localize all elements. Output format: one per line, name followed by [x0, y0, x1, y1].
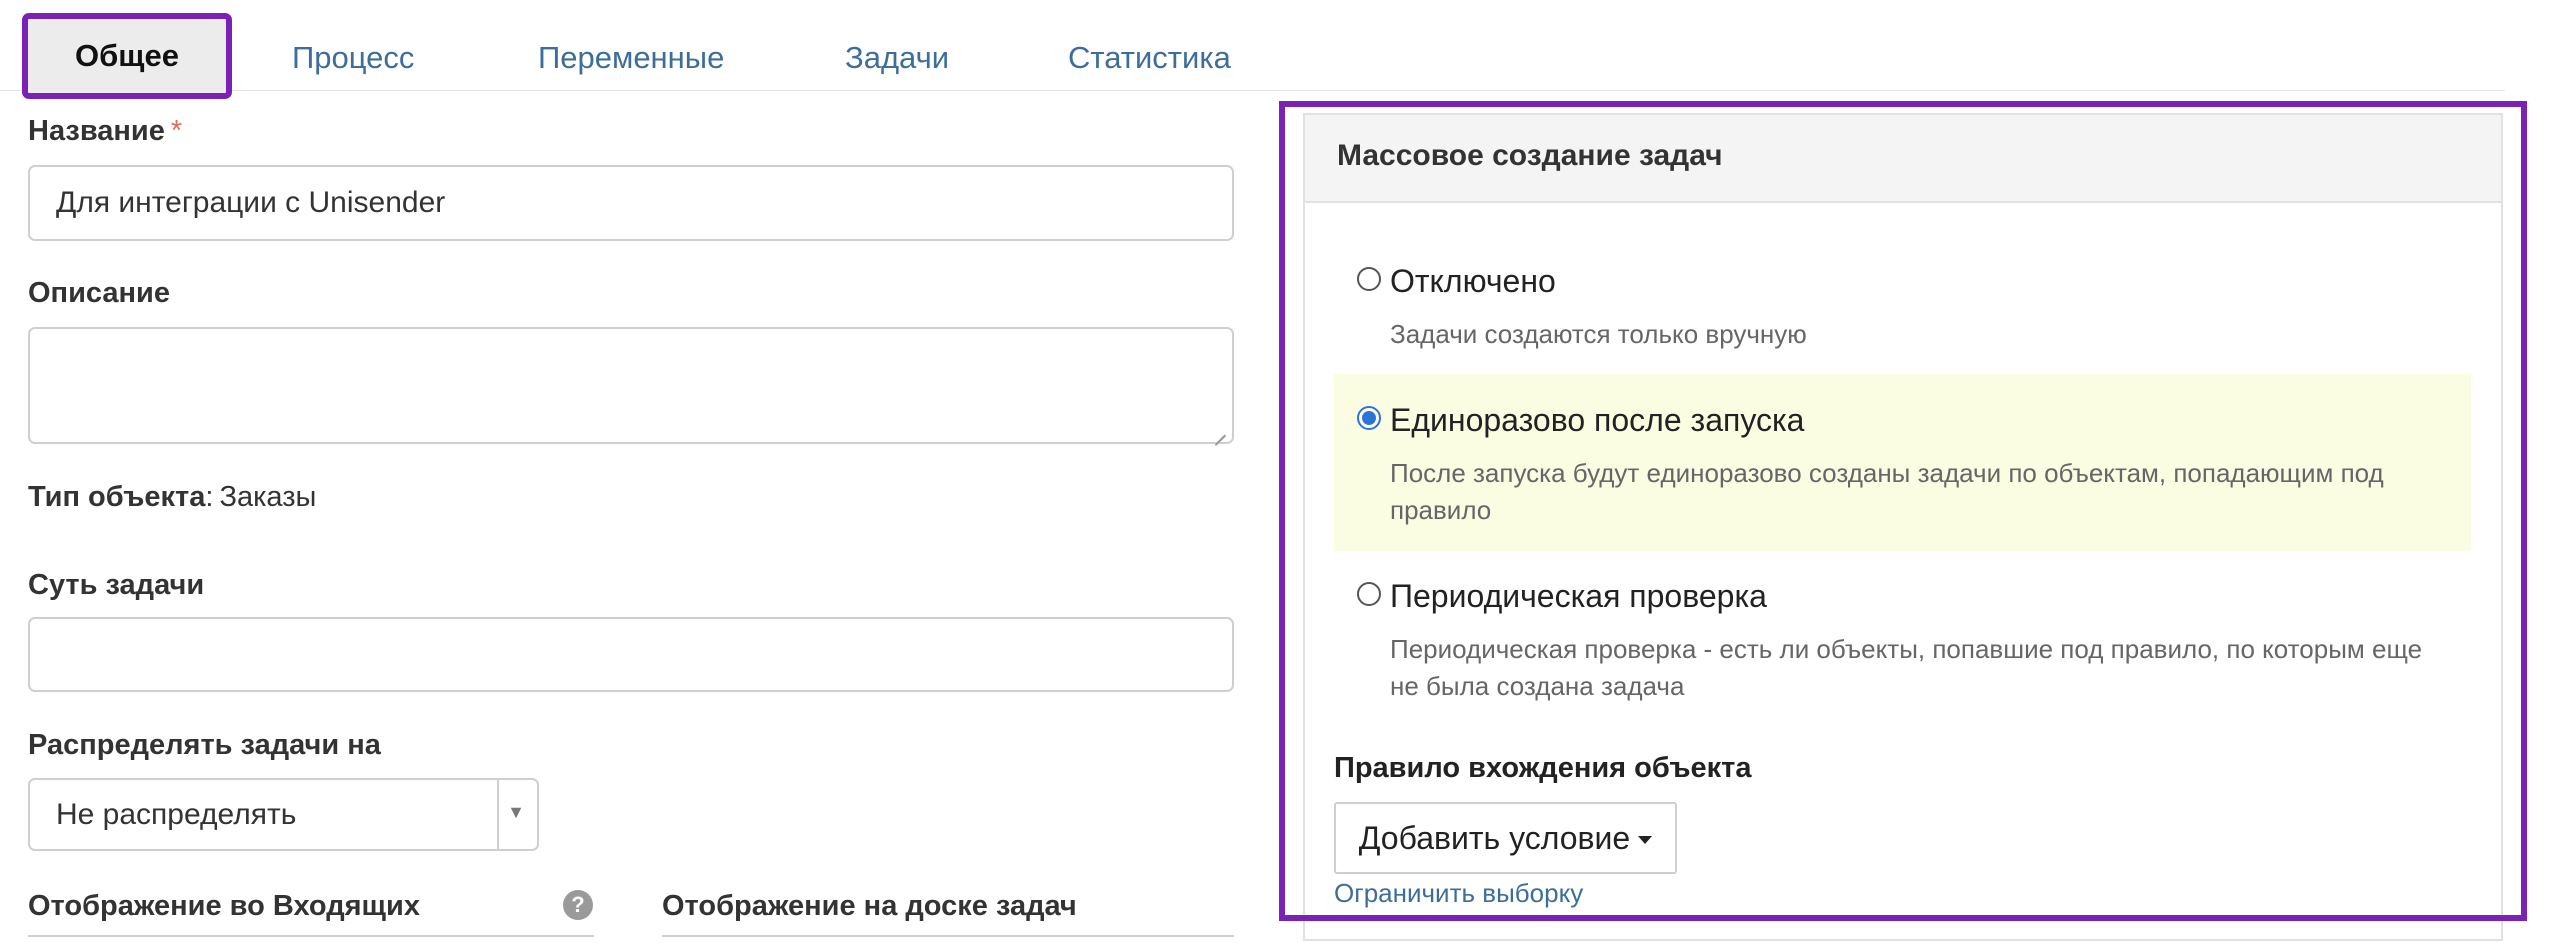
task-essence-label: Суть задачи: [28, 569, 205, 601]
resize-handle-icon[interactable]: [1212, 422, 1226, 436]
task-essence-input[interactable]: [28, 617, 1234, 692]
name-input[interactable]: Для интеграции с Unisender: [28, 165, 1234, 241]
tab-statistics[interactable]: Статистика: [1068, 22, 1231, 94]
object-type-row: Тип объекта: Заказы: [28, 481, 316, 514]
object-type-value: Заказы: [219, 481, 317, 513]
object-type-label: Тип объекта: [28, 481, 206, 513]
name-label: Название *: [28, 115, 182, 148]
distribute-label: Распределять задачи на: [28, 729, 381, 761]
tab-variables[interactable]: Переменные: [538, 22, 724, 94]
distribute-select[interactable]: Не распределять ▼: [28, 778, 539, 851]
inbox-display-label: Отображение во Входящих: [28, 890, 420, 922]
question-icon[interactable]: ?: [563, 890, 593, 920]
distribute-select-value: Не распределять: [56, 797, 297, 831]
board-display-select-edge[interactable]: [662, 935, 1234, 943]
board-display-label: Отображение на доске задач: [662, 890, 1077, 922]
select-divider: [497, 780, 499, 849]
chevron-down-icon[interactable]: ▼: [507, 802, 525, 823]
object-type-separator: :: [205, 481, 214, 513]
name-input-value: Для интеграции с Unisender: [56, 186, 446, 219]
highlight-frame: [1279, 101, 2527, 921]
description-label: Описание: [28, 277, 170, 309]
tab-process[interactable]: Процесс: [292, 22, 414, 94]
description-textarea[interactable]: [28, 327, 1234, 444]
tab-general[interactable]: Общее: [22, 13, 232, 99]
required-mark: *: [170, 115, 183, 147]
inbox-display-select-edge[interactable]: [28, 935, 594, 943]
name-label-text: Название: [28, 115, 165, 147]
tab-bar: Общее Процесс Переменные Задачи Статисти…: [0, 0, 2505, 99]
tab-tasks[interactable]: Задачи: [845, 22, 949, 94]
